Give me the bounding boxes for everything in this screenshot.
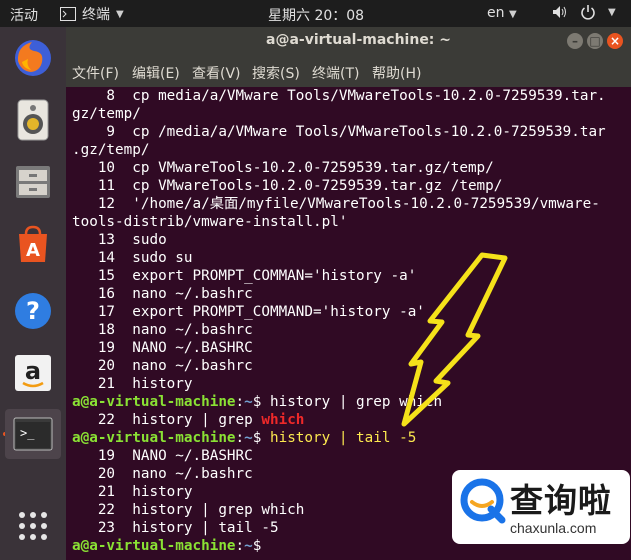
command-text: history | tail -5 <box>269 430 417 446</box>
apps-grid-icon[interactable] <box>9 502 57 550</box>
prompt-line: a@a-virtual-machine:~$ <box>72 537 270 555</box>
software-icon[interactable]: A <box>9 220 57 268</box>
output-line: tools-distrib/vmware-install.pl' <box>72 214 348 230</box>
output-line: 9 cp /media/a/VMware Tools/VMwareTools-1… <box>72 124 606 140</box>
svg-text:>_: >_ <box>20 426 35 440</box>
prompt-line: a@a-virtual-machine:~$ history | tail -5 <box>72 429 416 447</box>
help-icon[interactable]: ? <box>9 287 57 335</box>
input-method-indicator[interactable]: en ▼ <box>487 5 517 21</box>
input-method-label: en <box>487 5 505 21</box>
prompt-user: a@a-virtual-machine <box>72 394 236 410</box>
svg-text:A: A <box>26 240 40 261</box>
files-icon[interactable] <box>9 158 57 206</box>
system-menu[interactable]: ▼ <box>552 4 616 20</box>
prompt-user: a@a-virtual-machine <box>72 430 236 446</box>
menu-terminal[interactable]: 终端(T) <box>312 63 359 83</box>
window-title: a@a-virtual-machine: ~ <box>266 32 452 48</box>
menu-help[interactable]: 帮助(H) <box>372 63 421 83</box>
prompt-separator: : <box>235 430 245 446</box>
chevron-down-icon: ▼ <box>508 9 517 20</box>
prompt-dollar: $ <box>252 538 270 554</box>
activities-button[interactable]: 活动 <box>10 5 38 25</box>
prompt-dollar: $ <box>252 394 270 410</box>
close-button[interactable]: × <box>607 33 623 49</box>
terminal-icon[interactable]: >_ <box>5 409 61 459</box>
svg-text:a: a <box>25 357 41 385</box>
output-line: 10 cp VMwareTools-10.2.0-7259539.tar.gz/… <box>72 160 494 176</box>
output-line: 18 nano ~/.bashrc <box>72 322 253 338</box>
output-line: 22 history | grep which <box>72 411 305 429</box>
output-line: .gz/temp/ <box>72 142 150 158</box>
minimize-button[interactable]: – <box>567 33 583 49</box>
menu-file[interactable]: 文件(F) <box>72 63 119 83</box>
prompt-path: ~ <box>244 394 253 410</box>
output-line: 11 cp VMwareTools-10.2.0-7259539.tar.gz … <box>72 178 503 194</box>
prompt-user: a@a-virtual-machine <box>72 538 236 554</box>
power-icon <box>581 5 595 20</box>
search-logo-icon <box>460 478 506 524</box>
app-menu-label: 终端 <box>82 7 110 23</box>
prompt-dollar: $ <box>252 430 270 446</box>
prompt-separator: : <box>235 394 245 410</box>
output-line: 19 NANO ~/.BASHRC <box>72 448 253 464</box>
output-line: 13 sudo <box>72 232 167 248</box>
output-line: 17 export PROMPT_COMMAND='history -a' <box>72 304 425 320</box>
output-line: 12 '/home/a/桌面/myfile/VMwareTools-10.2.0… <box>72 196 600 212</box>
prompt-path: ~ <box>244 430 253 446</box>
volume-icon <box>553 6 566 18</box>
firefox-icon[interactable] <box>9 34 57 82</box>
top-bar: 活动 终端 ▼ 星期六 20：08 en ▼ ▼ <box>0 0 631 27</box>
output-line: 21 history <box>72 376 193 392</box>
prompt-separator: : <box>235 538 245 554</box>
output-line: 15 export PROMPT_COMMAN='history -a' <box>72 268 417 284</box>
watermark-cn: 查询啦 <box>510 481 612 520</box>
menu-search[interactable]: 搜索(S) <box>252 63 300 83</box>
output-line: 14 sudo su <box>72 250 193 266</box>
output-line: gz/temp/ <box>72 106 141 122</box>
rhythmbox-icon[interactable] <box>9 96 57 144</box>
dock: A ? a >_ <box>0 27 66 560</box>
terminal-small-icon <box>60 7 76 21</box>
svg-text:?: ? <box>26 297 40 325</box>
output-line: 22 history | grep which <box>72 502 305 518</box>
output-line: 8 cp media/a/VMware Tools/VMwareTools-10… <box>72 88 606 104</box>
prompt-path: ~ <box>244 538 253 554</box>
amazon-icon[interactable]: a <box>9 349 57 397</box>
chevron-down-icon: ▼ <box>116 8 124 20</box>
app-menu-button[interactable]: 终端 ▼ <box>60 4 124 24</box>
menu-view[interactable]: 查看(V) <box>192 63 241 83</box>
grep-match: which <box>261 412 305 428</box>
chevron-down-icon: ▼ <box>608 6 616 18</box>
window-titlebar[interactable]: a@a-virtual-machine: ~ – □ × <box>66 27 631 55</box>
prompt-line: a@a-virtual-machine:~$ history | grep wh… <box>72 393 442 411</box>
maximize-button[interactable]: □ <box>587 33 603 49</box>
menu-bar: 文件(F) 编辑(E) 查看(V) 搜索(S) 终端(T) 帮助(H) <box>66 55 631 87</box>
output-line: 16 nano ~/.bashrc <box>72 286 253 302</box>
watermark-logo: 查询啦 chaxunla.com <box>452 470 630 544</box>
command-text: history | grep which <box>269 394 443 410</box>
watermark-en: chaxunla.com <box>510 520 597 536</box>
output-line: 23 history | tail -5 <box>72 520 279 536</box>
output-line: 19 NANO ~/.BASHRC <box>72 340 253 356</box>
menu-edit[interactable]: 编辑(E) <box>132 63 180 83</box>
output-line: 21 history <box>72 484 193 500</box>
output-line: 20 nano ~/.bashrc <box>72 466 253 482</box>
grep-result-prefix: 22 history | grep <box>72 412 262 428</box>
clock[interactable]: 星期六 20：08 <box>268 5 364 25</box>
output-line: 20 nano ~/.bashrc <box>72 358 253 374</box>
